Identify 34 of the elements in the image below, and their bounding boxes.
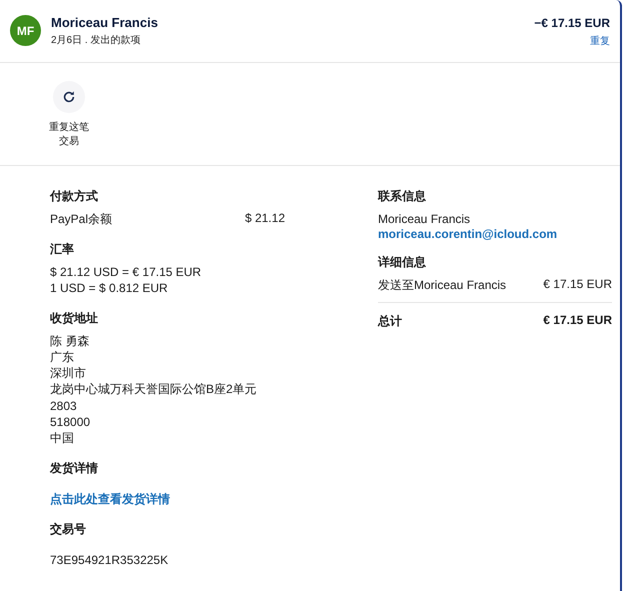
transaction-date: 2月6日 . 发出的款项 [51, 34, 142, 47]
address-line: 陈 勇森 [50, 332, 90, 349]
action-label: 重复这笔交易 [48, 121, 90, 149]
section-heading: 交易号 [50, 520, 87, 538]
address-line: 518000 [50, 414, 92, 430]
transaction-id: 73E954921R353225K [50, 552, 170, 568]
payment-amount: $ 21.12 [244, 211, 285, 227]
section-heading: 联系信息 [378, 188, 427, 205]
refresh-icon [62, 90, 76, 104]
address-line: 2803 [50, 398, 78, 414]
total-value: € 17.15 EUR [543, 313, 612, 330]
avatar: MF [10, 15, 41, 46]
address-line: 广东 [50, 348, 75, 366]
exchange-rate: $ 21.12 USD = € 17.15 EUR [50, 264, 202, 280]
total-label: 总计 [378, 313, 402, 330]
payment-method: PayPal余额 [50, 211, 112, 228]
shipping-details-link[interactable]: 点击此处查看发货详情 [50, 490, 285, 508]
detail-value: € 17.15 EUR [543, 277, 612, 294]
exchange-rate: 1 USD = $ 0.812 EUR [50, 280, 169, 297]
contact-name: Moriceau Francis [378, 211, 472, 228]
section-heading: 汇率 [50, 241, 75, 258]
detail-label: 发送至Moriceau Francis [378, 277, 506, 294]
payee-name: Moriceau Francis [51, 15, 159, 30]
address-line: 中国 [50, 430, 75, 447]
address-line: 深圳市 [50, 365, 87, 382]
email-link[interactable]: moriceau.corentin@icloud.com [378, 227, 612, 242]
section-heading: 收货地址 [50, 310, 99, 327]
repeat-link[interactable]: 重复 [590, 34, 610, 48]
address-line: 龙岗中心城万科天誉国际公馆B座2单元 [50, 381, 258, 398]
section-heading: 详细信息 [378, 254, 427, 272]
repeat-button[interactable] [53, 81, 85, 113]
section-heading: 发货详情 [50, 460, 99, 477]
section-heading: 付款方式 [50, 188, 99, 205]
amount: −€ 17.15 EUR [534, 16, 610, 30]
